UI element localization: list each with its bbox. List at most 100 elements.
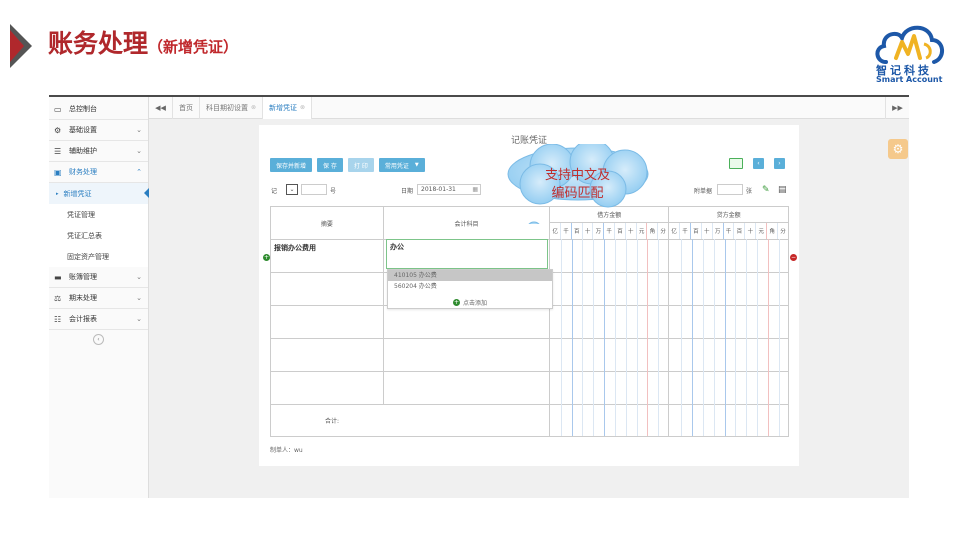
row-summary-cell[interactable] (270, 305, 384, 339)
sidebar: ▭ 总控制台 ⚙ 基础设置 ⌄ ☰ 辅助维护 ⌄ ▣ 财务处理 ⌃ ▸ 新增凭证 凭证管理 凭证… (49, 97, 149, 498)
settings-gear-button[interactable]: ⚙ (888, 139, 908, 159)
subject-input[interactable]: 办公 (386, 239, 548, 269)
row1-summary-cell[interactable]: 报销办公费用 (270, 239, 384, 273)
callout-line-2: 编码匹配 (551, 186, 604, 201)
chevron-down-icon: ⌄ (136, 273, 142, 281)
next-voucher-button[interactable]: › (774, 158, 785, 169)
tab-label: 科目期初设置 (206, 103, 248, 112)
chevron-left-icon: ‹ (757, 160, 760, 167)
common-voucher-button[interactable]: 常用凭证 ▼ (378, 158, 425, 172)
sidebar-subitem-label: 新增凭证 (63, 189, 92, 198)
attachment-count-input[interactable] (717, 184, 743, 195)
row-debit-cell[interactable] (549, 338, 670, 372)
digit-header: 百 (615, 223, 626, 239)
tab-scroll-left-button[interactable]: ◀◀ (149, 96, 173, 119)
sidebar-item-reports[interactable]: ☷ 会计报表 ⌄ (49, 309, 148, 330)
row-credit-cell[interactable] (668, 371, 789, 405)
date-label: 日期 (401, 187, 414, 195)
sidebar-subitem-voucher-management[interactable]: 凭证管理 (49, 204, 148, 225)
tab-home[interactable]: 首页 (173, 96, 200, 119)
logo-en-text: Smart Account (876, 75, 943, 84)
close-icon[interactable]: ⊗ (300, 104, 305, 111)
row-debit-cell[interactable] (549, 305, 670, 339)
digit-header: 分 (660, 229, 666, 235)
voucher-type-label: 记 (271, 187, 278, 195)
save-button[interactable]: 保 存 (317, 158, 343, 172)
voucher-number-input[interactable] (301, 184, 327, 195)
cogs-icon: ⚙ (54, 125, 62, 135)
row1-debit-cell[interactable] (549, 239, 670, 273)
keyboard-icon[interactable] (729, 158, 743, 169)
row-debit-cell[interactable] (549, 272, 670, 306)
common-voucher-label: 常用凭证 (384, 162, 409, 170)
sidebar-subitem-voucher-summary[interactable]: 凭证汇总表 (49, 225, 148, 246)
digit-header: 千 (724, 223, 735, 239)
maker-line: 制单人：wu (270, 445, 303, 454)
prev-voucher-button[interactable]: ‹ (753, 158, 764, 169)
sidebar-subitem-label: 凭证汇总表 (67, 231, 102, 240)
sidebar-item-ledger[interactable]: ▬ 账簿管理 ⌄ (49, 267, 148, 288)
row-summary-cell[interactable] (270, 371, 384, 405)
digit-header: 十 (702, 223, 713, 239)
sidebar-item-dashboard[interactable]: ▭ 总控制台 (49, 99, 148, 120)
add-row-icon[interactable]: + (263, 254, 270, 261)
voucher-type-select[interactable]: ⌄ (286, 184, 298, 195)
chevron-right-icon: › (778, 160, 781, 167)
date-input[interactable]: 2018-01-31 ▦ (417, 184, 481, 195)
save-new-button[interactable]: 保存并新增 (270, 158, 313, 172)
digit-header: 千 (604, 223, 616, 239)
slide-accent-shape (10, 24, 32, 68)
subject-option-410105[interactable]: 410105 办公费 (388, 270, 552, 281)
close-icon[interactable]: ⊗ (251, 104, 256, 111)
digit-header: 百 (572, 223, 583, 239)
toolbar-right: ‹ › (729, 158, 785, 169)
digit-header: 角 (767, 223, 779, 239)
row-subject-cell[interactable] (382, 371, 551, 405)
row-summary-cell[interactable] (270, 272, 384, 306)
sidebar-item-finance[interactable]: ▣ 财务处理 ⌃ (49, 162, 148, 183)
subject-option-560204[interactable]: 560204 办公费 (388, 281, 552, 292)
sidebar-item-label: 基础设置 (69, 126, 97, 134)
credit-label: 贷方金额 (669, 207, 788, 223)
print-button[interactable]: 打 印 (347, 158, 374, 172)
tab-label: 新增凭证 (269, 103, 298, 112)
remove-row-icon[interactable]: − (790, 254, 797, 261)
add-subject-link[interactable]: + 点击添加 (388, 296, 552, 308)
double-chevron-right-icon: ▶▶ (892, 104, 903, 112)
digit-header: 分 (780, 229, 786, 235)
list-icon: ☰ (54, 146, 62, 156)
tab-subject-opening[interactable]: 科目期初设置 ⊗ (200, 96, 264, 119)
row-subject-cell[interactable] (382, 305, 551, 339)
chevron-down-icon: ⌄ (136, 294, 142, 302)
card-icon: ▬ (54, 272, 62, 282)
tab-scroll-right-button[interactable]: ▶▶ (885, 97, 909, 119)
sidebar-item-basic-settings[interactable]: ⚙ 基础设置 ⌄ (49, 120, 148, 141)
row-summary-cell[interactable] (270, 338, 384, 372)
wallet-icon: ▣ (54, 167, 62, 177)
digit-header: 亿 (669, 223, 681, 239)
tab-new-voucher[interactable]: 新增凭证 ⊗ (263, 96, 313, 119)
digit-header: 十 (745, 223, 757, 239)
sidebar-item-label: 财务处理 (69, 168, 97, 176)
row-debit-cell[interactable] (549, 371, 670, 405)
total-row-label: 合计: (269, 404, 551, 437)
sidebar-subitem-fixed-assets[interactable]: 固定资产管理 (49, 246, 148, 267)
row1-credit-cell[interactable] (668, 239, 789, 273)
row-credit-cell[interactable] (668, 305, 789, 339)
digit-header: 万 (593, 223, 605, 239)
sidebar-collapse[interactable]: ‹ (49, 330, 148, 348)
callout-line-1: 支持中文及 (544, 168, 610, 183)
sidebar-item-label: 总控制台 (69, 105, 97, 113)
caret-right-icon: ▸ (56, 190, 59, 197)
sidebar-subitem-new-voucher[interactable]: ▸ 新增凭证 (49, 183, 149, 204)
attachment-label: 附单据 (694, 187, 713, 195)
document-icon[interactable]: ▤ (778, 184, 787, 196)
row-credit-cell[interactable] (668, 338, 789, 372)
row-subject-cell[interactable] (382, 338, 551, 372)
digit-header: 元 (637, 223, 648, 239)
sidebar-item-aux-maintenance[interactable]: ☰ 辅助维护 ⌄ (49, 141, 148, 162)
slide-title: 账务处理（新增凭证） (48, 29, 239, 58)
paperclip-icon[interactable]: ✎ (762, 184, 770, 196)
row-credit-cell[interactable] (668, 272, 789, 306)
sidebar-item-period-end[interactable]: ⚖ 期末处理 ⌄ (49, 288, 148, 309)
